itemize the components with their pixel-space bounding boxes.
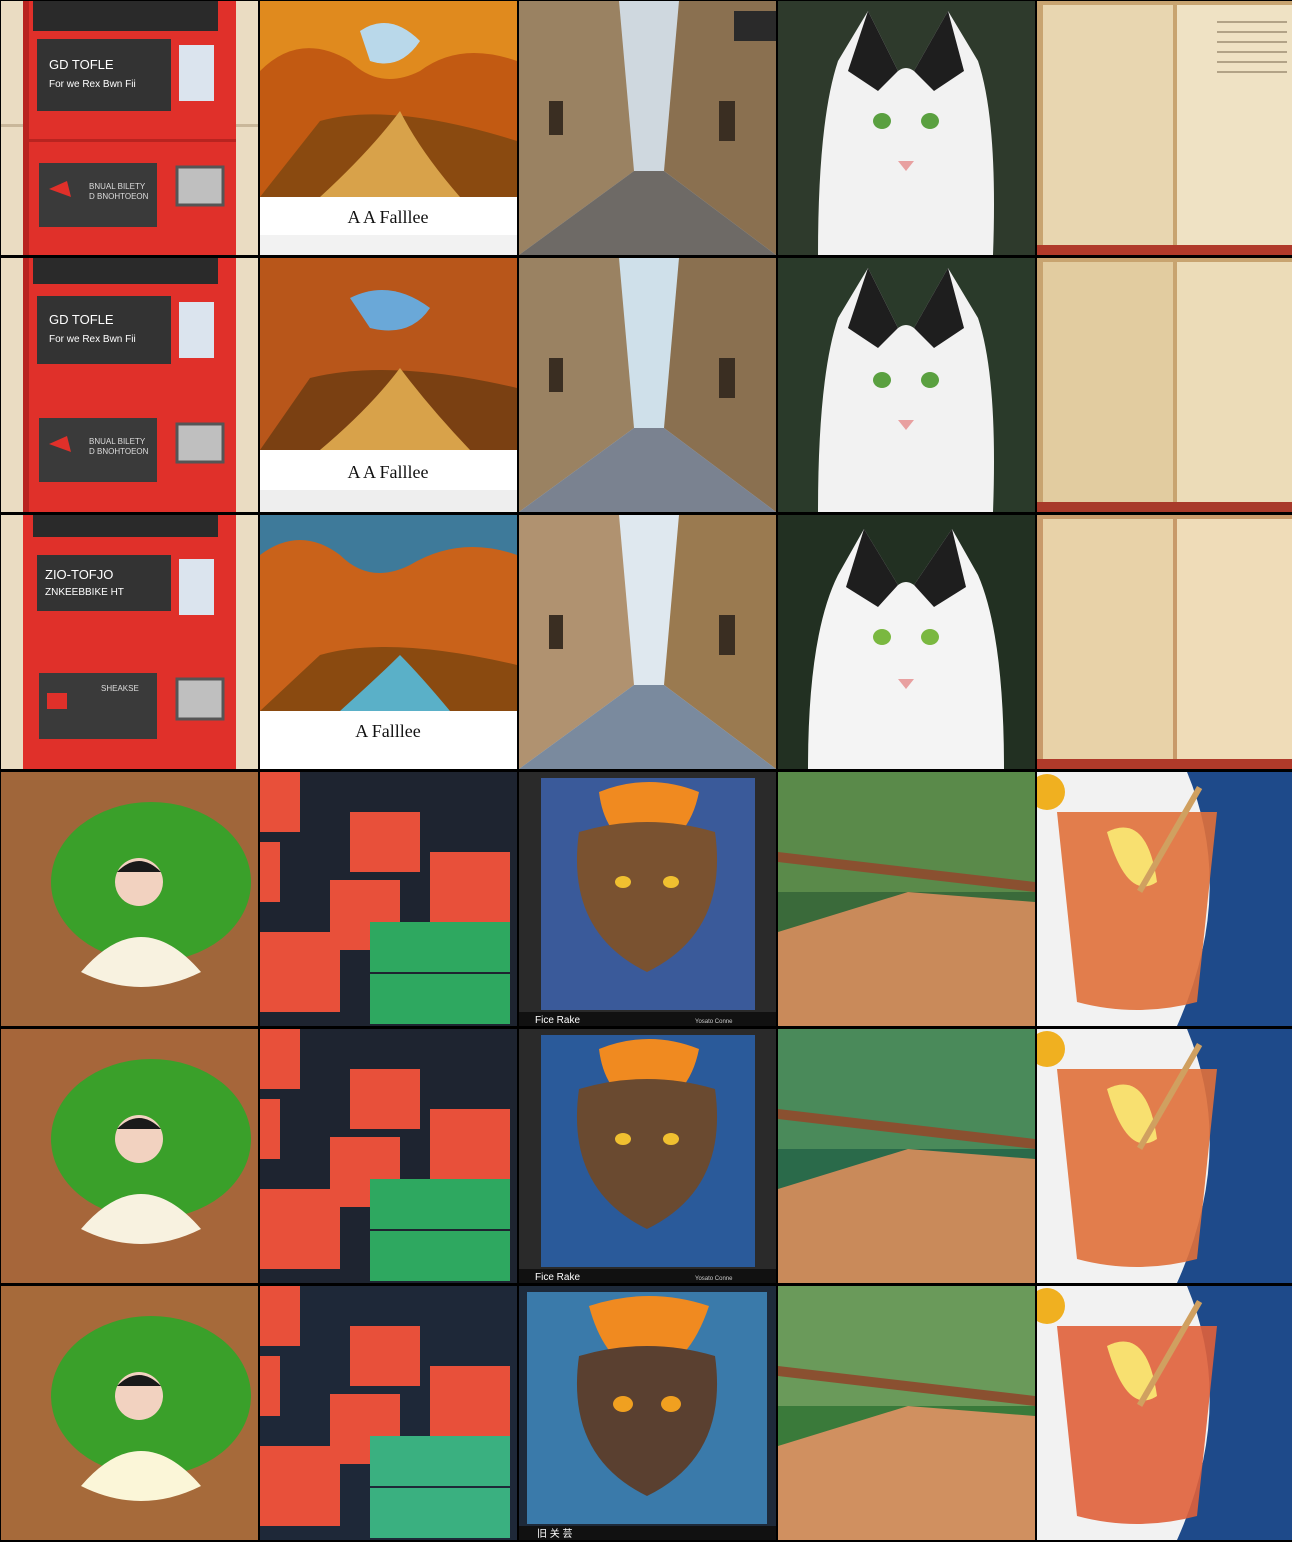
autumn-painting-image-r3: A Falllee [260, 515, 517, 769]
fire-cat-poster-r5: Fice Rake Yosato Conne [519, 1029, 776, 1283]
street-image-r2 [519, 258, 776, 512]
book-image-r3 [1037, 515, 1292, 769]
kiosk-lower-line1: BNUAL BILETY [89, 437, 146, 446]
kiosk-panel-line2: For we Rex Bwn Fii [49, 79, 136, 90]
iced-tea-image-r6 [1037, 1286, 1292, 1540]
poster-signature: Yosato Conne [695, 1276, 733, 1282]
kiosk-lower-line2: D BNOHTOEON [89, 192, 149, 201]
poster-title: 旧 关 芸 [537, 1527, 573, 1540]
painting-caption: A Falllee [355, 721, 421, 741]
baby-image-r5 [1, 1029, 258, 1283]
street-image-r1 [519, 1, 776, 255]
image-grid: GD TOFLE For we Rex Bwn Fii BNUAL BILETY… [0, 0, 1292, 1542]
deck-image-r4 [778, 772, 1035, 1026]
cat-image-r2 [778, 258, 1035, 512]
baby-image-r6 [1, 1286, 258, 1540]
kiosk-image-r2: GD TOFLE For we Rex Bwn Fii BNUAL BILETY… [1, 258, 258, 512]
blocks-image-r6 [260, 1286, 517, 1540]
kiosk-lower-line1: BNUAL BILETY [89, 182, 146, 191]
deck-image-r6 [778, 1286, 1035, 1540]
street-image-r3 [519, 515, 776, 769]
poster-signature: Yosato Conne [695, 1019, 733, 1025]
deck-image-r5 [778, 1029, 1035, 1283]
kiosk-image-r1: GD TOFLE For we Rex Bwn Fii BNUAL BILETY… [1, 1, 258, 255]
kiosk-panel-line2: ZNKEEBBIKE HT [45, 587, 124, 598]
fire-cat-poster-r6: 旧 关 芸 [519, 1286, 776, 1540]
poster-title: Fice Rake [535, 1272, 580, 1283]
book-image-r1 [1037, 1, 1292, 255]
baby-image-r4 [1, 772, 258, 1026]
kiosk-lower-line1: SHEAKSE [101, 684, 139, 693]
kiosk-panel-line1: ZIO-TOFJO [45, 567, 113, 582]
autumn-painting-image-r1: A A Falllee [260, 1, 517, 255]
book-image-r2 [1037, 258, 1292, 512]
painting-caption: A A Falllee [348, 462, 429, 482]
kiosk-panel-line2: For we Rex Bwn Fii [49, 334, 136, 345]
kiosk-panel-line1: GD TOFLE [49, 312, 114, 327]
cat-image-r1 [778, 1, 1035, 255]
poster-title: Fice Rake [535, 1015, 580, 1026]
cat-image-r3 [778, 515, 1035, 769]
blocks-image-r5 [260, 1029, 517, 1283]
kiosk-panel-line1: GD TOFLE [49, 57, 114, 72]
fire-cat-poster-r4: Fice Rake Yosato Conne [519, 772, 776, 1026]
iced-tea-image-r5 [1037, 1029, 1292, 1283]
iced-tea-image-r4 [1037, 772, 1292, 1026]
painting-caption: A A Falllee [348, 207, 429, 227]
kiosk-image-r3: ZIO-TOFJO ZNKEEBBIKE HT SHEAKSE [1, 515, 258, 769]
kiosk-lower-line2: D BNOHTOEON [89, 447, 149, 456]
autumn-painting-image-r2: A A Falllee [260, 258, 517, 512]
blocks-image-r4 [260, 772, 517, 1026]
